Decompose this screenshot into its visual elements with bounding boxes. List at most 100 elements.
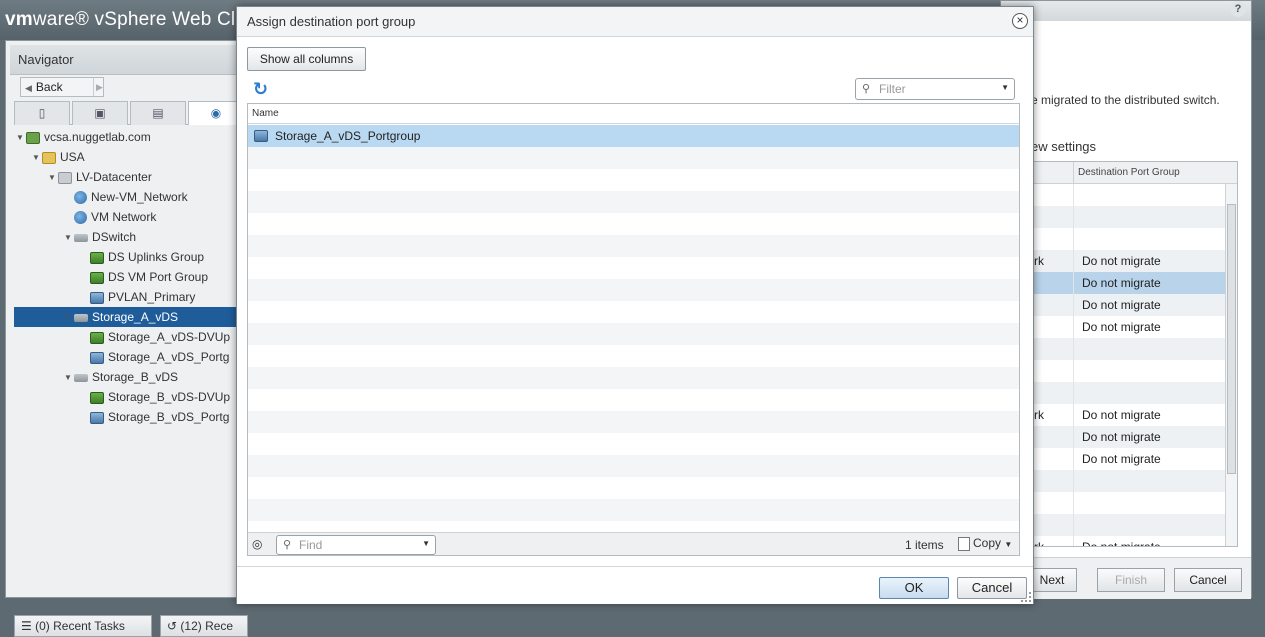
table-row[interactable]: rk Do not migrate xyxy=(1032,250,1227,272)
show-all-columns-button[interactable]: Show all columns xyxy=(247,47,366,71)
close-icon[interactable]: × xyxy=(1012,13,1028,29)
table-row[interactable] xyxy=(1032,360,1227,382)
tree-item[interactable]: ▼ LV-Datacenter xyxy=(14,167,246,187)
table-scrollbar[interactable] xyxy=(1225,184,1237,546)
table-row[interactable] xyxy=(1032,470,1227,492)
tree-item[interactable]: DS VM Port Group xyxy=(14,267,246,287)
table-row[interactable] xyxy=(1032,184,1227,206)
tree-item[interactable]: Storage_A_vDS_Portg xyxy=(14,347,246,367)
cell-destination: Do not migrate xyxy=(1073,536,1161,546)
tree-item-label: VM Network xyxy=(91,210,157,224)
wizard-footer: Next Finish Cancel xyxy=(1001,557,1251,599)
scroll-thumb[interactable] xyxy=(1227,204,1236,474)
expand-toggle-icon[interactable]: ▼ xyxy=(32,148,42,168)
recent-tasks-icon: ☰ xyxy=(21,619,32,633)
finish-button[interactable]: Finish xyxy=(1097,568,1165,592)
recent-objects-label: (12) Rece xyxy=(180,619,234,633)
recent-objects-button[interactable]: ↺ (12) Rece xyxy=(160,615,248,637)
brand-product: ware® vSphere Web Cli xyxy=(32,9,240,30)
back-button[interactable]: ◀ Back ▶ xyxy=(20,77,104,97)
history-icon: ↺ xyxy=(167,619,178,633)
next-button[interactable]: Next xyxy=(1027,568,1077,592)
cell-destination xyxy=(1073,338,1082,360)
grid-row-empty xyxy=(248,169,1019,191)
find-placeholder: Find xyxy=(299,538,323,552)
dialog-title-bar: Assign destination port group × xyxy=(237,7,1033,37)
grid-row-empty xyxy=(248,213,1019,235)
tree-item-label: DS Uplinks Group xyxy=(108,250,205,264)
table-row[interactable] xyxy=(1032,206,1227,228)
binoculars-icon[interactable]: ◎ xyxy=(252,537,268,551)
chevron-down-icon[interactable]: ▼ xyxy=(1001,83,1009,92)
table-row[interactable] xyxy=(1032,514,1227,536)
table-row[interactable]: Do not migrate xyxy=(1032,316,1227,338)
tree-item[interactable]: ▼ DSwitch xyxy=(14,227,246,247)
tree-item[interactable]: Storage_B_vDS_Portg xyxy=(14,407,246,427)
table-row[interactable]: Do not migrate xyxy=(1032,426,1227,448)
recent-tasks-button[interactable]: ☰ (0) Recent Tasks xyxy=(14,615,152,637)
resize-grip[interactable] xyxy=(1021,592,1031,602)
tree-item-label: Storage_A_vDS-DVUp xyxy=(108,330,231,344)
tree-item[interactable]: DS Uplinks Group xyxy=(14,247,246,267)
table-row[interactable] xyxy=(1032,338,1227,360)
forward-arrow-icon[interactable]: ▶ xyxy=(93,78,103,96)
portgroup-icon xyxy=(90,291,104,304)
table-row[interactable]: rk Do not migrate xyxy=(1032,404,1227,426)
expand-toggle-icon[interactable]: ▼ xyxy=(64,368,74,388)
cell-source: rk xyxy=(1034,408,1044,422)
tree-item-label: LV-Datacenter xyxy=(76,170,152,184)
back-label: Back xyxy=(35,80,63,94)
column-destination-port-group[interactable]: Destination Port Group xyxy=(1073,162,1180,184)
tab-hosts-clusters[interactable]: ▯ xyxy=(14,101,70,125)
tree-item[interactable]: Storage_B_vDS-DVUp xyxy=(14,387,246,407)
ok-button[interactable]: OK xyxy=(879,577,949,599)
wizard-subtitle: ew settings xyxy=(1031,139,1097,154)
column-name[interactable]: Name xyxy=(252,108,279,119)
table-row[interactable]: Do not migrate xyxy=(1032,272,1227,294)
tree-item-label: vcsa.nuggetlab.com xyxy=(44,130,151,144)
table-row[interactable] xyxy=(1032,492,1227,514)
find-input[interactable]: ⚲ Find ▼ xyxy=(276,535,436,555)
cell-destination xyxy=(1073,382,1082,404)
storage-icon: ▤ xyxy=(152,106,164,120)
grid-row-empty xyxy=(248,499,1019,521)
tab-storage[interactable]: ▤ xyxy=(130,101,186,125)
table-row[interactable]: Do not migrate xyxy=(1032,294,1227,316)
tree-item[interactable]: Storage_A_vDS-DVUp xyxy=(14,327,246,347)
tree-item[interactable]: ▼ vcsa.nuggetlab.com xyxy=(14,127,246,147)
tab-vms-templates[interactable]: ▣ xyxy=(72,101,128,125)
filter-input[interactable]: ⚲ Filter ▼ xyxy=(855,78,1015,100)
grid-row[interactable]: Storage_A_vDS_Portgroup xyxy=(248,125,1019,147)
tree-item[interactable]: PVLAN_Primary xyxy=(14,287,246,307)
cancel-button[interactable]: Cancel xyxy=(957,577,1027,599)
chevron-down-icon[interactable]: ▼ xyxy=(422,539,430,548)
grid-row-empty xyxy=(248,257,1019,279)
table-row[interactable]: Do not migrate xyxy=(1032,448,1227,470)
wizard-cancel-button[interactable]: Cancel xyxy=(1174,568,1242,592)
tree-item[interactable]: ▼ Storage_B_vDS xyxy=(14,367,246,387)
help-icon[interactable]: ? xyxy=(1230,1,1246,17)
adapter-mapping-table: Destination Port Group rk Do not migrate D… xyxy=(1031,161,1238,547)
table-row[interactable] xyxy=(1032,382,1227,404)
tree-item-label: USA xyxy=(60,150,85,164)
recent-tasks-label: (0) Recent Tasks xyxy=(35,619,125,633)
refresh-icon[interactable]: ↻ xyxy=(253,80,269,98)
expand-toggle-icon[interactable]: ▼ xyxy=(16,128,26,148)
cell-destination: Do not migrate xyxy=(1073,426,1161,448)
tree-item[interactable]: ▼ USA xyxy=(14,147,246,167)
tree-item[interactable]: ▽ Storage_A_vDS xyxy=(14,307,246,327)
grid-row-empty xyxy=(248,301,1019,323)
expand-toggle-icon[interactable]: ▽ xyxy=(64,308,74,328)
grid-row-empty xyxy=(248,433,1019,455)
tree-item[interactable]: VM Network xyxy=(14,207,246,227)
datacenter-icon xyxy=(58,171,72,184)
tree-item[interactable]: New-VM_Network xyxy=(14,187,246,207)
expand-toggle-icon[interactable]: ▼ xyxy=(64,228,74,248)
navigator-tabs: ▯ ▣ ▤ ◉ xyxy=(14,101,246,125)
copy-button[interactable]: Copy ▼ xyxy=(958,536,1012,554)
expand-toggle-icon[interactable]: ▼ xyxy=(48,168,58,188)
table-row[interactable]: rk Do not migrate xyxy=(1032,536,1227,546)
uplink-portgroup-icon xyxy=(90,271,104,284)
grid-row-empty xyxy=(248,411,1019,433)
table-row[interactable] xyxy=(1032,228,1227,250)
